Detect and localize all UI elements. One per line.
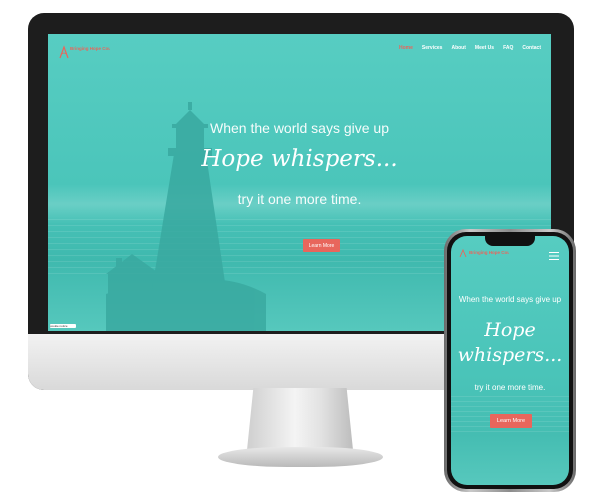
nav-meet-us[interactable]: Meet Us [475, 45, 494, 51]
nav-about[interactable]: About [451, 45, 465, 51]
hero-tagline-line1: When the world says give up [210, 120, 389, 136]
phone-notch [485, 236, 535, 246]
mobile-logo-text[interactable]: Bringing Hope Counseling [469, 250, 509, 255]
logo-text[interactable]: Bringing Hope Counseling [70, 46, 110, 51]
mobile-hero-line1: When the world says give up [458, 295, 562, 304]
learn-more-button[interactable]: Learn More [303, 239, 340, 252]
monitor-stand-base [218, 447, 383, 467]
hero-tagline-script: Hope whispers... [201, 146, 398, 172]
nav-faq[interactable]: FAQ [503, 45, 513, 51]
mobile-screen: Bringing Hope Counseling When the world … [451, 236, 569, 485]
nav-contact[interactable]: Contact [522, 45, 541, 51]
cookie-notice-bar[interactable]: cookie notice [50, 324, 76, 328]
nav-home[interactable]: Home [399, 45, 413, 51]
desktop-nav-bar: Bringing Hope Counseling Home Services A… [48, 40, 551, 64]
mobile-hero-line3: try it one more time. [474, 383, 546, 392]
mobile-learn-more-button[interactable]: Learn More [490, 414, 532, 428]
desktop-nav-links: Home Services About Meet Us FAQ Contact [399, 45, 541, 51]
monitor-stand-neck [247, 388, 353, 450]
hamburger-icon[interactable] [549, 252, 559, 260]
mobile-phone: Bringing Hope Counseling When the world … [444, 229, 576, 492]
mobile-logo-icon[interactable] [459, 248, 469, 258]
mobile-hero-script: Hope whispers... [451, 318, 569, 368]
phone-bezel: Bringing Hope Counseling When the world … [447, 232, 573, 489]
hero-tagline-line3: try it one more time. [237, 191, 362, 207]
nav-services[interactable]: Services [422, 45, 443, 51]
mobile-hero-script-word1: Hope [484, 319, 536, 341]
mobile-hero-script-word2: whispers... [457, 344, 563, 366]
